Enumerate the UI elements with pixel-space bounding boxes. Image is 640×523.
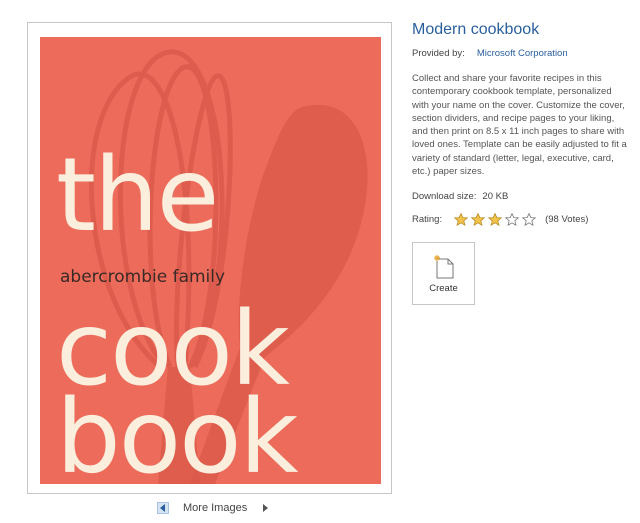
previous-image-button[interactable] [157, 502, 169, 514]
chevron-right-icon [263, 504, 269, 512]
vote-count: (98 Votes) [545, 214, 589, 226]
rating-row: Rating: (98 Votes) [412, 213, 627, 227]
create-button[interactable]: Create [412, 242, 475, 305]
cover-title-book: book [56, 378, 299, 485]
star-empty-icon [522, 213, 537, 227]
provided-by-value: Microsoft Corporation [476, 48, 568, 59]
new-document-icon [433, 255, 453, 279]
rating-stars [454, 213, 539, 227]
next-image-button[interactable] [259, 502, 271, 514]
template-info-panel: Modern cookbook Provided by: Microsoft C… [412, 20, 627, 227]
create-label: Create [429, 283, 458, 294]
cookbook-cover-image: the abercrombie family cook book [40, 37, 381, 484]
star-filled-icon [488, 213, 503, 227]
template-title: Modern cookbook [412, 21, 540, 38]
more-images-nav: More Images [157, 501, 271, 515]
download-size-label: Download size: [412, 191, 477, 203]
template-preview: the abercrombie family cook book [27, 22, 392, 494]
provided-by-label: Provided by: [412, 48, 465, 59]
cover-family-name: abercrombie family [60, 267, 226, 287]
star-filled-icon [471, 213, 486, 227]
download-size-row: Download size: 20 KB [412, 191, 627, 202]
rating-label: Rating: [412, 214, 443, 226]
provided-by-row: Provided by: Microsoft Corporation [412, 48, 627, 59]
cover-title-the: the [56, 136, 219, 255]
star-filled-icon [454, 213, 469, 227]
template-description: Collect and share your favorite recipes … [412, 73, 627, 178]
star-empty-icon [505, 213, 520, 227]
more-images-label: More Images [183, 502, 248, 514]
chevron-left-icon [160, 504, 165, 512]
download-size-value: 20 KB [482, 191, 509, 203]
